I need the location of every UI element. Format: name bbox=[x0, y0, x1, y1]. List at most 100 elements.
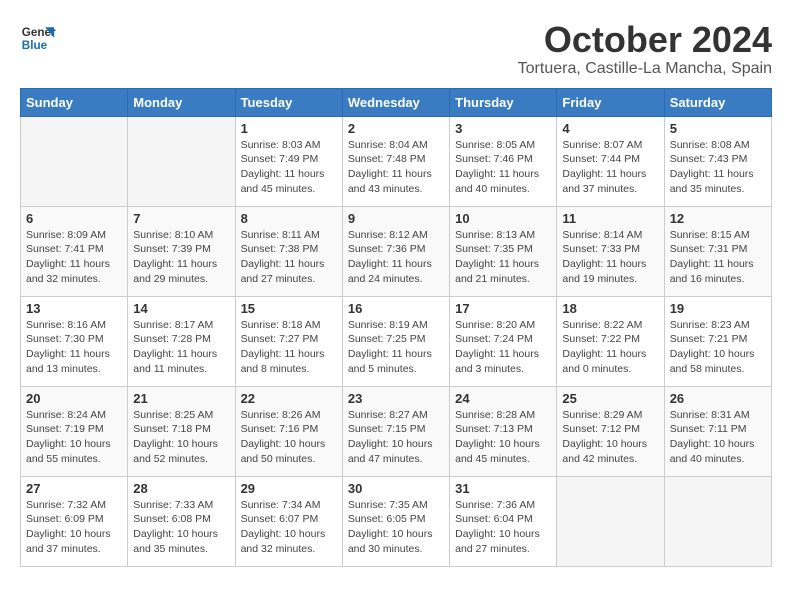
calendar-cell: 23 Sunrise: 8:27 AM Sunset: 7:15 PM Dayli… bbox=[342, 386, 449, 476]
day-number: 9 bbox=[348, 211, 444, 226]
day-number: 22 bbox=[241, 391, 337, 406]
day-info: Sunrise: 8:17 AM Sunset: 7:28 PM Dayligh… bbox=[133, 318, 229, 377]
day-number: 11 bbox=[562, 211, 658, 226]
day-info: Sunrise: 8:22 AM Sunset: 7:22 PM Dayligh… bbox=[562, 318, 658, 377]
calendar-cell: 7 Sunrise: 8:10 AM Sunset: 7:39 PM Daylig… bbox=[128, 206, 235, 296]
calendar-cell: 4Sunrise: 8:07 AM Sunset: 7:44 PM Daylig… bbox=[557, 116, 664, 206]
calendar-cell: 3 Sunrise: 8:05 AM Sunset: 7:46 PM Daylig… bbox=[450, 116, 557, 206]
day-info: Sunrise: 8:07 AM Sunset: 7:44 PM Dayligh… bbox=[562, 138, 658, 197]
day-number: 29 bbox=[241, 481, 337, 496]
day-info: Sunrise: 8:12 AM Sunset: 7:36 PM Dayligh… bbox=[348, 228, 444, 287]
day-number: 23 bbox=[348, 391, 444, 406]
week-row-4: 20 Sunrise: 8:24 AM Sunset: 7:19 PM Dayli… bbox=[21, 386, 772, 476]
day-number: 7 bbox=[133, 211, 229, 226]
calendar-cell bbox=[664, 476, 771, 566]
day-info: Sunrise: 7:35 AM Sunset: 6:05 PM Dayligh… bbox=[348, 498, 444, 557]
day-info: Sunrise: 8:05 AM Sunset: 7:46 PM Dayligh… bbox=[455, 138, 551, 197]
calendar-cell: 6Sunrise: 8:09 AM Sunset: 7:41 PM Daylig… bbox=[21, 206, 128, 296]
header-saturday: Saturday bbox=[664, 88, 771, 116]
calendar-cell bbox=[128, 116, 235, 206]
calendar-cell: 5Sunrise: 8:08 AM Sunset: 7:43 PM Daylig… bbox=[664, 116, 771, 206]
day-info: Sunrise: 8:04 AM Sunset: 7:48 PM Dayligh… bbox=[348, 138, 444, 197]
day-number: 26 bbox=[670, 391, 766, 406]
day-number: 13 bbox=[26, 301, 122, 316]
day-info: Sunrise: 8:23 AM Sunset: 7:21 PM Dayligh… bbox=[670, 318, 766, 377]
day-number: 24 bbox=[455, 391, 551, 406]
week-row-3: 13 Sunrise: 8:16 AM Sunset: 7:30 PM Dayli… bbox=[21, 296, 772, 386]
calendar-cell: 15Sunrise: 8:18 AM Sunset: 7:27 PM Dayli… bbox=[235, 296, 342, 386]
day-info: Sunrise: 8:27 AM Sunset: 7:15 PM Dayligh… bbox=[348, 408, 444, 467]
day-number: 5 bbox=[670, 121, 766, 136]
day-number: 28 bbox=[133, 481, 229, 496]
day-number: 10 bbox=[455, 211, 551, 226]
week-row-1: 1 Sunrise: 8:03 AM Sunset: 7:49 PM Daylig… bbox=[21, 116, 772, 206]
calendar-cell: 22 Sunrise: 8:26 AM Sunset: 7:16 PM Dayli… bbox=[235, 386, 342, 476]
day-info: Sunrise: 8:11 AM Sunset: 7:38 PM Dayligh… bbox=[241, 228, 337, 287]
calendar-table: SundayMondayTuesdayWednesdayThursdayFrid… bbox=[20, 88, 772, 567]
day-info: Sunrise: 8:15 AM Sunset: 7:31 PM Dayligh… bbox=[670, 228, 766, 287]
day-info: Sunrise: 8:24 AM Sunset: 7:19 PM Dayligh… bbox=[26, 408, 122, 467]
day-number: 14 bbox=[133, 301, 229, 316]
calendar-cell: 18 Sunrise: 8:22 AM Sunset: 7:22 PM Dayli… bbox=[557, 296, 664, 386]
day-info: Sunrise: 8:29 AM Sunset: 7:12 PM Dayligh… bbox=[562, 408, 658, 467]
location-title: Tortuera, Castille-La Mancha, Spain bbox=[518, 60, 772, 78]
header-thursday: Thursday bbox=[450, 88, 557, 116]
header-friday: Friday bbox=[557, 88, 664, 116]
header-tuesday: Tuesday bbox=[235, 88, 342, 116]
svg-text:Blue: Blue bbox=[22, 39, 48, 52]
header-wednesday: Wednesday bbox=[342, 88, 449, 116]
calendar-cell: 9 Sunrise: 8:12 AM Sunset: 7:36 PM Daylig… bbox=[342, 206, 449, 296]
calendar-cell: 24 Sunrise: 8:28 AM Sunset: 7:13 PM Dayli… bbox=[450, 386, 557, 476]
day-info: Sunrise: 7:36 AM Sunset: 6:04 PM Dayligh… bbox=[455, 498, 551, 557]
calendar-cell: 28 Sunrise: 7:33 AM Sunset: 6:08 PM Dayli… bbox=[128, 476, 235, 566]
calendar-cell: 29 Sunrise: 7:34 AM Sunset: 6:07 PM Dayli… bbox=[235, 476, 342, 566]
day-number: 6 bbox=[26, 211, 122, 226]
header-sunday: Sunday bbox=[21, 88, 128, 116]
calendar-cell: 12 Sunrise: 8:15 AM Sunset: 7:31 PM Dayli… bbox=[664, 206, 771, 296]
logo: General Blue bbox=[20, 20, 56, 56]
calendar-cell: 30 Sunrise: 7:35 AM Sunset: 6:05 PM Dayli… bbox=[342, 476, 449, 566]
calendar-cell bbox=[21, 116, 128, 206]
day-number: 21 bbox=[133, 391, 229, 406]
calendar-cell: 27Sunrise: 7:32 AM Sunset: 6:09 PM Dayli… bbox=[21, 476, 128, 566]
calendar-cell: 10 Sunrise: 8:13 AM Sunset: 7:35 PM Dayli… bbox=[450, 206, 557, 296]
day-info: Sunrise: 8:26 AM Sunset: 7:16 PM Dayligh… bbox=[241, 408, 337, 467]
day-info: Sunrise: 8:18 AM Sunset: 7:27 PM Dayligh… bbox=[241, 318, 337, 377]
month-title: October 2024 bbox=[518, 20, 772, 60]
calendar-cell: 26Sunrise: 8:31 AM Sunset: 7:11 PM Dayli… bbox=[664, 386, 771, 476]
day-info: Sunrise: 7:33 AM Sunset: 6:08 PM Dayligh… bbox=[133, 498, 229, 557]
logo-icon: General Blue bbox=[20, 20, 56, 56]
header-row: SundayMondayTuesdayWednesdayThursdayFrid… bbox=[21, 88, 772, 116]
day-info: Sunrise: 8:10 AM Sunset: 7:39 PM Dayligh… bbox=[133, 228, 229, 287]
page-header: General Blue October 2024 Tortuera, Cast… bbox=[20, 20, 772, 78]
calendar-cell: 2 Sunrise: 8:04 AM Sunset: 7:48 PM Daylig… bbox=[342, 116, 449, 206]
day-info: Sunrise: 7:34 AM Sunset: 6:07 PM Dayligh… bbox=[241, 498, 337, 557]
day-info: Sunrise: 8:25 AM Sunset: 7:18 PM Dayligh… bbox=[133, 408, 229, 467]
calendar-cell: 20 Sunrise: 8:24 AM Sunset: 7:19 PM Dayli… bbox=[21, 386, 128, 476]
day-number: 2 bbox=[348, 121, 444, 136]
day-number: 19 bbox=[670, 301, 766, 316]
day-number: 16 bbox=[348, 301, 444, 316]
day-info: Sunrise: 8:03 AM Sunset: 7:49 PM Dayligh… bbox=[241, 138, 337, 197]
day-info: Sunrise: 8:16 AM Sunset: 7:30 PM Dayligh… bbox=[26, 318, 122, 377]
day-number: 30 bbox=[348, 481, 444, 496]
day-number: 18 bbox=[562, 301, 658, 316]
week-row-2: 6Sunrise: 8:09 AM Sunset: 7:41 PM Daylig… bbox=[21, 206, 772, 296]
day-number: 25 bbox=[562, 391, 658, 406]
day-number: 17 bbox=[455, 301, 551, 316]
header-monday: Monday bbox=[128, 88, 235, 116]
day-number: 20 bbox=[26, 391, 122, 406]
day-number: 12 bbox=[670, 211, 766, 226]
day-info: Sunrise: 8:14 AM Sunset: 7:33 PM Dayligh… bbox=[562, 228, 658, 287]
calendar-cell: 16Sunrise: 8:19 AM Sunset: 7:25 PM Dayli… bbox=[342, 296, 449, 386]
calendar-cell: 14 Sunrise: 8:17 AM Sunset: 7:28 PM Dayli… bbox=[128, 296, 235, 386]
calendar-cell: 13 Sunrise: 8:16 AM Sunset: 7:30 PM Dayli… bbox=[21, 296, 128, 386]
day-info: Sunrise: 8:13 AM Sunset: 7:35 PM Dayligh… bbox=[455, 228, 551, 287]
day-number: 1 bbox=[241, 121, 337, 136]
calendar-cell: 17Sunrise: 8:20 AM Sunset: 7:24 PM Dayli… bbox=[450, 296, 557, 386]
day-number: 3 bbox=[455, 121, 551, 136]
calendar-cell: 1 Sunrise: 8:03 AM Sunset: 7:49 PM Daylig… bbox=[235, 116, 342, 206]
calendar-cell: 8 Sunrise: 8:11 AM Sunset: 7:38 PM Daylig… bbox=[235, 206, 342, 296]
day-number: 8 bbox=[241, 211, 337, 226]
day-info: Sunrise: 8:28 AM Sunset: 7:13 PM Dayligh… bbox=[455, 408, 551, 467]
